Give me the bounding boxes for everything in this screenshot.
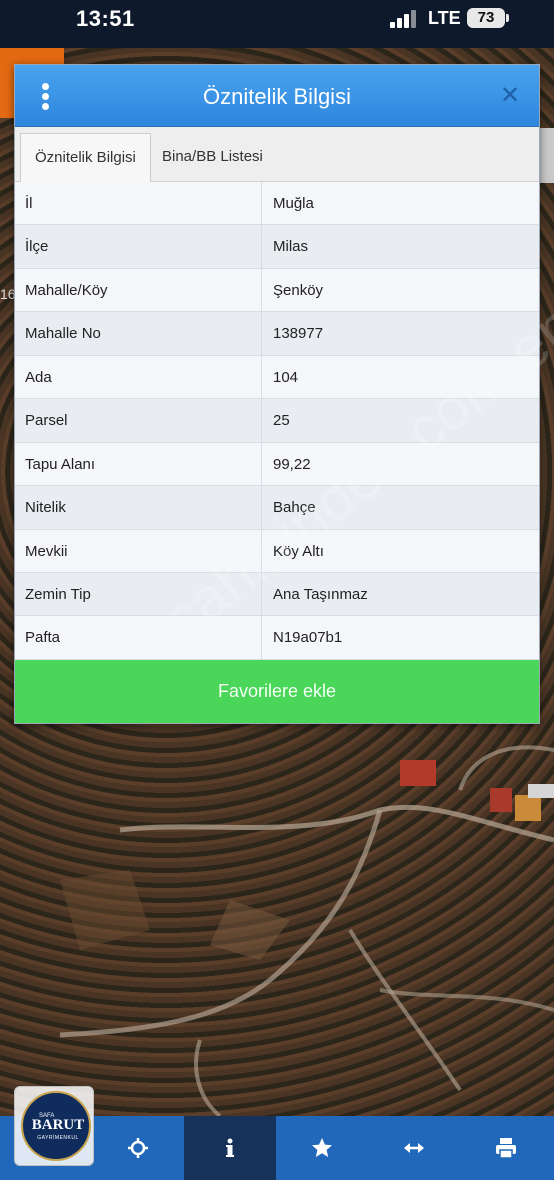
dialog-header: Öznitelik Bilgisi ✕ [15,65,539,127]
row-value: Bahçe [273,499,316,517]
print-icon [496,1138,516,1159]
row-key: Mahalle No [25,325,101,343]
row-key: Nitelik [25,499,66,517]
table-row: Mevkii Köy Altı [15,529,539,573]
table-row: Ada 104 [15,355,539,400]
row-key: Mahalle/Köy [25,281,108,299]
status-time: 13:51 [76,6,135,31]
row-key: Parsel [25,412,68,430]
table-row: Mahalle/Köy Şenköy [15,268,539,313]
map-scroll-strip [540,128,554,183]
attribute-dialog: Öznitelik Bilgisi ✕ Öznitelik Bilgisi Bi… [14,64,540,724]
attribute-table: İl Muğla İlçe Milas Mahalle/Köy Şenköy M… [15,182,539,660]
row-key: Zemin Tip [25,585,91,603]
row-value: Köy Altı [273,542,324,560]
tab-building-list[interactable]: Bina/BB Listesi [148,133,277,183]
battery-level: 73 [477,9,495,26]
row-key: Tapu Alanı [25,455,96,473]
row-value: 25 [273,412,290,430]
info-icon [226,1138,234,1157]
tab-attribute-info[interactable]: Öznitelik Bilgisi [20,133,151,183]
row-value: Muğla [273,195,314,212]
row-value: Ana Taşınmaz [273,585,368,603]
close-icon[interactable]: ✕ [497,81,523,111]
battery-icon: 73 [467,8,509,28]
locate-button[interactable] [92,1116,184,1180]
table-row: Pafta N19a07b1 [15,616,539,660]
table-row: Mahalle No 138977 [15,312,539,356]
row-key: Mevkii [25,542,68,560]
status-bar: 13:51 LTE 73 [0,0,554,48]
row-key: Pafta [25,629,61,647]
star-icon [312,1138,332,1157]
table-row: Parsel 25 [15,399,539,443]
signal-icon [390,10,420,28]
print-button[interactable] [460,1116,552,1180]
table-row: İl Muğla [15,182,539,226]
row-value: 99,22 [273,455,311,473]
info-button[interactable] [184,1116,276,1180]
agency-logo: SAFA BARUT GAYRİMENKUL [14,1086,94,1166]
row-value: 104 [273,368,299,386]
row-value: Milas [273,238,309,256]
table-row: Nitelik Bahçe [15,486,539,530]
favorites-button[interactable] [276,1116,368,1180]
row-value: 138977 [273,325,324,343]
network-type: LTE [428,8,461,28]
table-row: İlçe Milas [15,225,539,269]
measure-button[interactable] [368,1116,460,1180]
row-key: Ada [25,368,52,386]
dialog-tabs: Öznitelik Bilgisi Bina/BB Listesi [15,127,539,183]
dialog-title: Öznitelik Bilgisi [203,84,351,109]
measure-arrows-icon [404,1143,424,1153]
row-value: N19a07b1 [273,629,343,647]
row-key: İl [25,195,33,212]
locate-icon [128,1138,148,1158]
row-key: İlçe [25,238,49,256]
table-row: Tapu Alanı 99,22 [15,442,539,487]
add-to-favorites-button[interactable]: Favorilere ekle [15,660,539,723]
table-row: Zemin Tip Ana Taşınmaz [15,572,539,617]
row-value: Şenköy [273,281,324,299]
